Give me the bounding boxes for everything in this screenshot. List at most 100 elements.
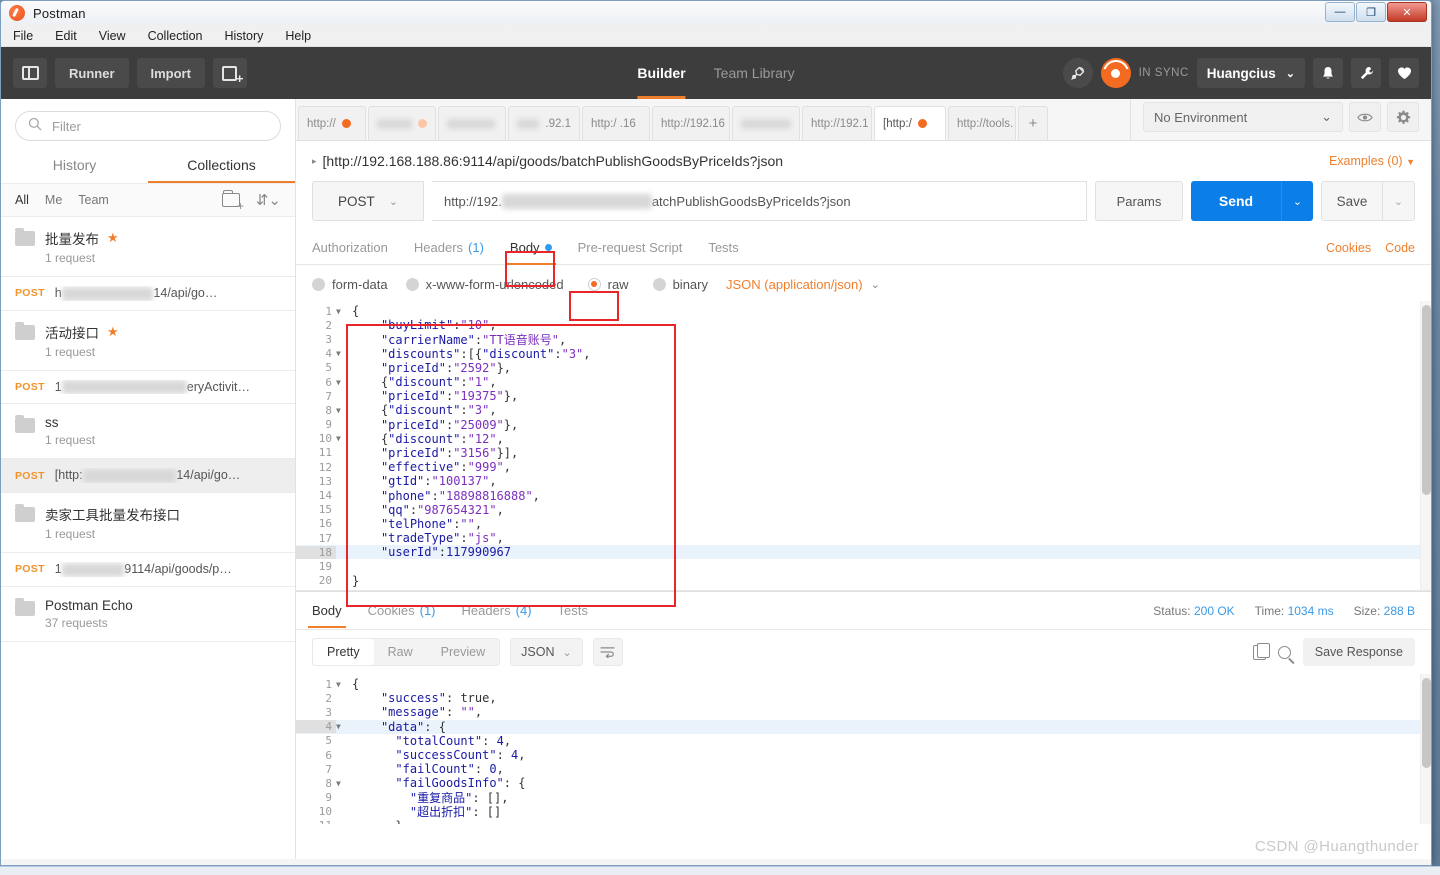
collections-list[interactable]: 批量发布 ★ 1 request POST hxxxxx.xxx.xxx.xx1… xyxy=(1,217,295,859)
tab-body[interactable]: Body xyxy=(505,231,556,265)
list-item[interactable]: 卖家工具批量发布接口 1 request xyxy=(1,493,295,554)
menu-item-file[interactable]: File xyxy=(13,29,33,43)
response-tab-headers[interactable]: Headers (4) xyxy=(462,594,532,628)
search-icon[interactable] xyxy=(1277,645,1291,659)
fold-toggle-icon[interactable]: ▼ xyxy=(336,680,346,689)
request-body-scrollbar[interactable] xyxy=(1420,301,1431,590)
sidebar-tab-collections[interactable]: Collections xyxy=(148,149,295,183)
tab-headers[interactable]: Headers (1) xyxy=(414,231,484,265)
fold-toggle-icon[interactable]: ▼ xyxy=(336,307,346,316)
environment-quick-look-button[interactable] xyxy=(1349,102,1381,132)
new-request-tab-button[interactable]: + xyxy=(1018,106,1048,140)
menu-item-collection[interactable]: Collection xyxy=(148,29,203,43)
send-options-button[interactable]: ⌄ xyxy=(1281,181,1313,221)
save-response-button[interactable]: Save Response xyxy=(1302,638,1415,666)
fold-toggle-icon[interactable]: ▼ xyxy=(336,722,346,731)
minimize-button[interactable]: — xyxy=(1325,2,1355,22)
radio-binary[interactable]: binary xyxy=(652,277,708,292)
sidebar-tab-history[interactable]: History xyxy=(1,149,148,183)
star-icon[interactable]: ★ xyxy=(107,324,119,340)
tab-authorization[interactable]: Authorization xyxy=(312,231,388,265)
new-folder-icon[interactable] xyxy=(221,190,244,213)
menu-item-edit[interactable]: Edit xyxy=(55,29,77,43)
chevron-right-icon[interactable]: ▸ xyxy=(312,156,317,167)
list-item[interactable]: 批量发布 ★ 1 request xyxy=(1,217,295,277)
view-mode-raw[interactable]: Raw xyxy=(374,639,427,665)
sidebar-toggle-button[interactable] xyxy=(13,58,47,88)
send-button[interactable]: Send xyxy=(1191,181,1281,221)
request-tab[interactable]: http:/ .16 xyxy=(582,106,650,140)
copy-icon[interactable] xyxy=(1252,642,1270,660)
sort-icon[interactable]: ⇵⌄ xyxy=(256,191,281,209)
list-item[interactable]: 活动接口 ★ 1 request xyxy=(1,311,295,371)
response-tab-tests[interactable]: Tests xyxy=(558,594,588,628)
maximize-button[interactable]: ❐ xyxy=(1356,2,1386,22)
import-button[interactable]: Import xyxy=(136,58,205,88)
response-body-editor[interactable]: 1 ▼{2 "success": true, 3 "message": "", 4 ▼ … xyxy=(296,674,1431,824)
list-item[interactable]: POST 1xxxxxxxxxxxxxxxxxxxxeryActivit… xyxy=(1,370,295,405)
content-type-select[interactable]: JSON (application/json) ⌄ xyxy=(726,277,880,292)
request-tab[interactable]: x xyxy=(368,106,436,140)
fold-toggle-icon[interactable]: ▼ xyxy=(336,406,346,415)
list-item[interactable]: Postman Echo 37 requests xyxy=(1,587,295,642)
radio-raw[interactable]: raw xyxy=(582,275,635,294)
request-tab-active[interactable]: [http:/ xyxy=(874,106,946,140)
fold-toggle-icon[interactable]: ▼ xyxy=(336,779,346,788)
star-icon[interactable]: ★ xyxy=(107,230,119,246)
close-button[interactable]: ✕ xyxy=(1387,2,1427,22)
request-tab[interactable]: http://192.1 xyxy=(802,106,872,140)
response-tab-cookies[interactable]: Cookies (1) xyxy=(368,594,436,628)
tab-tests[interactable]: Tests xyxy=(708,231,738,265)
manage-environments-button[interactable] xyxy=(1387,102,1419,132)
tab-team-library[interactable]: Team Library xyxy=(714,47,795,99)
fold-toggle-icon[interactable]: ▼ xyxy=(336,434,346,443)
wrap-lines-button[interactable] xyxy=(592,638,623,666)
menu-item-history[interactable]: History xyxy=(224,29,263,43)
request-tab[interactable]: http://192.16 xyxy=(652,106,730,140)
fold-toggle-icon[interactable]: ▼ xyxy=(336,378,346,387)
radio-x-www-form-urlencoded[interactable]: x-www-form-urlencoded xyxy=(405,277,564,292)
view-mode-preview[interactable]: Preview xyxy=(427,639,499,665)
sync-indicator[interactable] xyxy=(1100,58,1131,88)
scope-filter-all[interactable]: All xyxy=(15,193,29,207)
runner-button[interactable]: Runner xyxy=(55,58,129,88)
broadcast-button[interactable] xyxy=(1062,58,1093,88)
list-item[interactable]: ss 1 request xyxy=(1,404,295,460)
filter-input-wrapper[interactable]: Filter xyxy=(15,111,281,141)
tab-pre-request-script[interactable]: Pre-request Script xyxy=(578,231,683,265)
save-button[interactable]: Save xyxy=(1321,181,1383,221)
scope-filter-me[interactable]: Me xyxy=(45,193,62,207)
menu-item-help[interactable]: Help xyxy=(285,29,311,43)
list-item[interactable]: POST 1xxxxxxxxxx9114/api/goods/p… xyxy=(1,553,295,587)
examples-dropdown[interactable]: Examples (0) ▼ xyxy=(1329,154,1415,168)
response-tab-body[interactable]: Body xyxy=(308,594,346,628)
request-tab[interactable]: x.92.1 xyxy=(508,106,580,140)
settings-wrench-button[interactable] xyxy=(1351,58,1381,88)
filter-input[interactable]: Filter xyxy=(52,119,81,134)
notifications-button[interactable] xyxy=(1313,58,1343,88)
request-body-editor[interactable]: 1 ▼{2 "buyLimit":"10", 3 "carrierName":"TT… xyxy=(296,301,1431,591)
menu-item-view[interactable]: View xyxy=(99,29,126,43)
list-item[interactable]: POST [http:xxxxxxxxxxxxxxx14/api/go… xyxy=(1,459,295,494)
response-format-select[interactable]: JSON ⌄ xyxy=(510,638,583,666)
user-menu-button[interactable]: Huangcius ⌄ xyxy=(1196,58,1305,88)
url-input[interactable]: http://192.xxxxxxxxxxxxxxxxatchPublishGo… xyxy=(432,181,1087,221)
cookies-link[interactable]: Cookies xyxy=(1326,241,1371,255)
params-button[interactable]: Params xyxy=(1095,181,1183,221)
favorites-button[interactable] xyxy=(1389,58,1419,88)
save-options-button[interactable]: ⌄ xyxy=(1383,181,1415,221)
environment-select[interactable]: No Environment ⌄ xyxy=(1143,102,1343,132)
fold-toggle-icon[interactable]: ▼ xyxy=(336,349,346,358)
request-tab[interactable]: http://tools. xyxy=(948,106,1016,140)
scope-filter-team[interactable]: Team xyxy=(78,193,109,207)
response-body-scrollbar[interactable] xyxy=(1420,674,1431,824)
list-item[interactable]: POST hxxxxx.xxx.xxx.xx14/api/go… xyxy=(1,277,295,311)
radio-form-data[interactable]: form-data xyxy=(312,277,388,292)
method-select[interactable]: POST ⌄ xyxy=(312,181,424,221)
request-tab[interactable]: x xyxy=(732,106,800,140)
tab-builder[interactable]: Builder xyxy=(637,47,686,99)
request-tab[interactable]: http:// xyxy=(298,106,366,140)
view-mode-pretty[interactable]: Pretty xyxy=(313,639,374,665)
request-tab[interactable]: x xyxy=(438,106,506,140)
code-link[interactable]: Code xyxy=(1385,241,1415,255)
